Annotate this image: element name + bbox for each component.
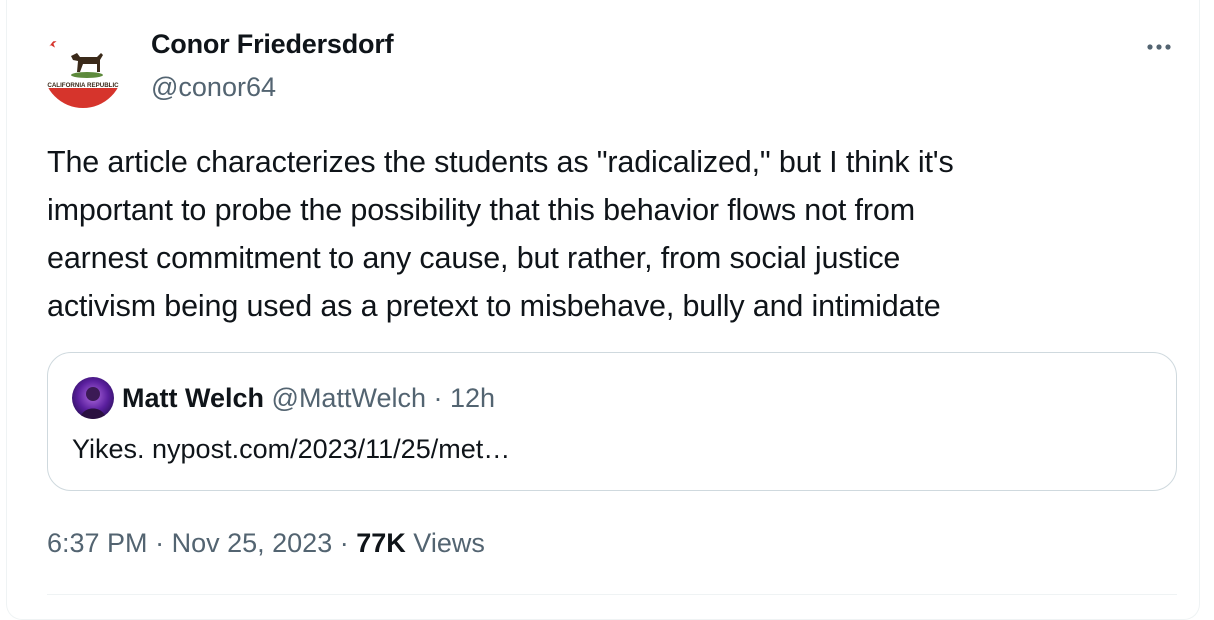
avatar-caption: CALIFORNIA REPUBLIC (47, 82, 119, 89)
avatar[interactable]: CALIFORNIA REPUBLIC (43, 28, 123, 108)
quote-display-name[interactable]: Matt Welch (122, 383, 264, 413)
author-handle[interactable]: @conor64 (151, 72, 276, 103)
quote-separator: · (433, 383, 443, 413)
divider (47, 594, 1177, 595)
quote-timestamp[interactable]: 12h (450, 383, 495, 413)
tweet-date[interactable]: Nov 25, 2023 (172, 528, 333, 558)
meta-separator: · (155, 528, 165, 558)
views-label: Views (413, 528, 485, 558)
views-count[interactable]: 77K (356, 528, 406, 558)
meta-separator: · (339, 528, 349, 558)
quote-handle[interactable]: @MattWelch (272, 383, 426, 413)
quote-text: Yikes. nypost.com/2023/11/25/met… (72, 434, 511, 464)
quoted-tweet[interactable]: Matt Welch @MattWelch · 12h Yikes. nypos… (47, 352, 1177, 491)
more-horizontal-icon (1147, 44, 1171, 50)
tweet-meta: 6:37 PM · Nov 25, 2023 · 77K Views (47, 528, 485, 559)
tweet-text: The article characterizes the students a… (47, 145, 954, 323)
quote-avatar-icon (72, 377, 114, 419)
more-options-button[interactable] (1139, 32, 1179, 62)
tweet-time[interactable]: 6:37 PM (47, 528, 148, 558)
quote-header: Matt Welch @MattWelch · 12h (122, 383, 495, 414)
author-display-name[interactable]: Conor Friedersdorf (151, 29, 394, 60)
quote-avatar[interactable] (72, 377, 114, 419)
tweet-card: CALIFORNIA REPUBLIC Conor Friedersdorf @… (6, 0, 1200, 620)
california-flag-avatar-icon: CALIFORNIA REPUBLIC (43, 28, 123, 108)
